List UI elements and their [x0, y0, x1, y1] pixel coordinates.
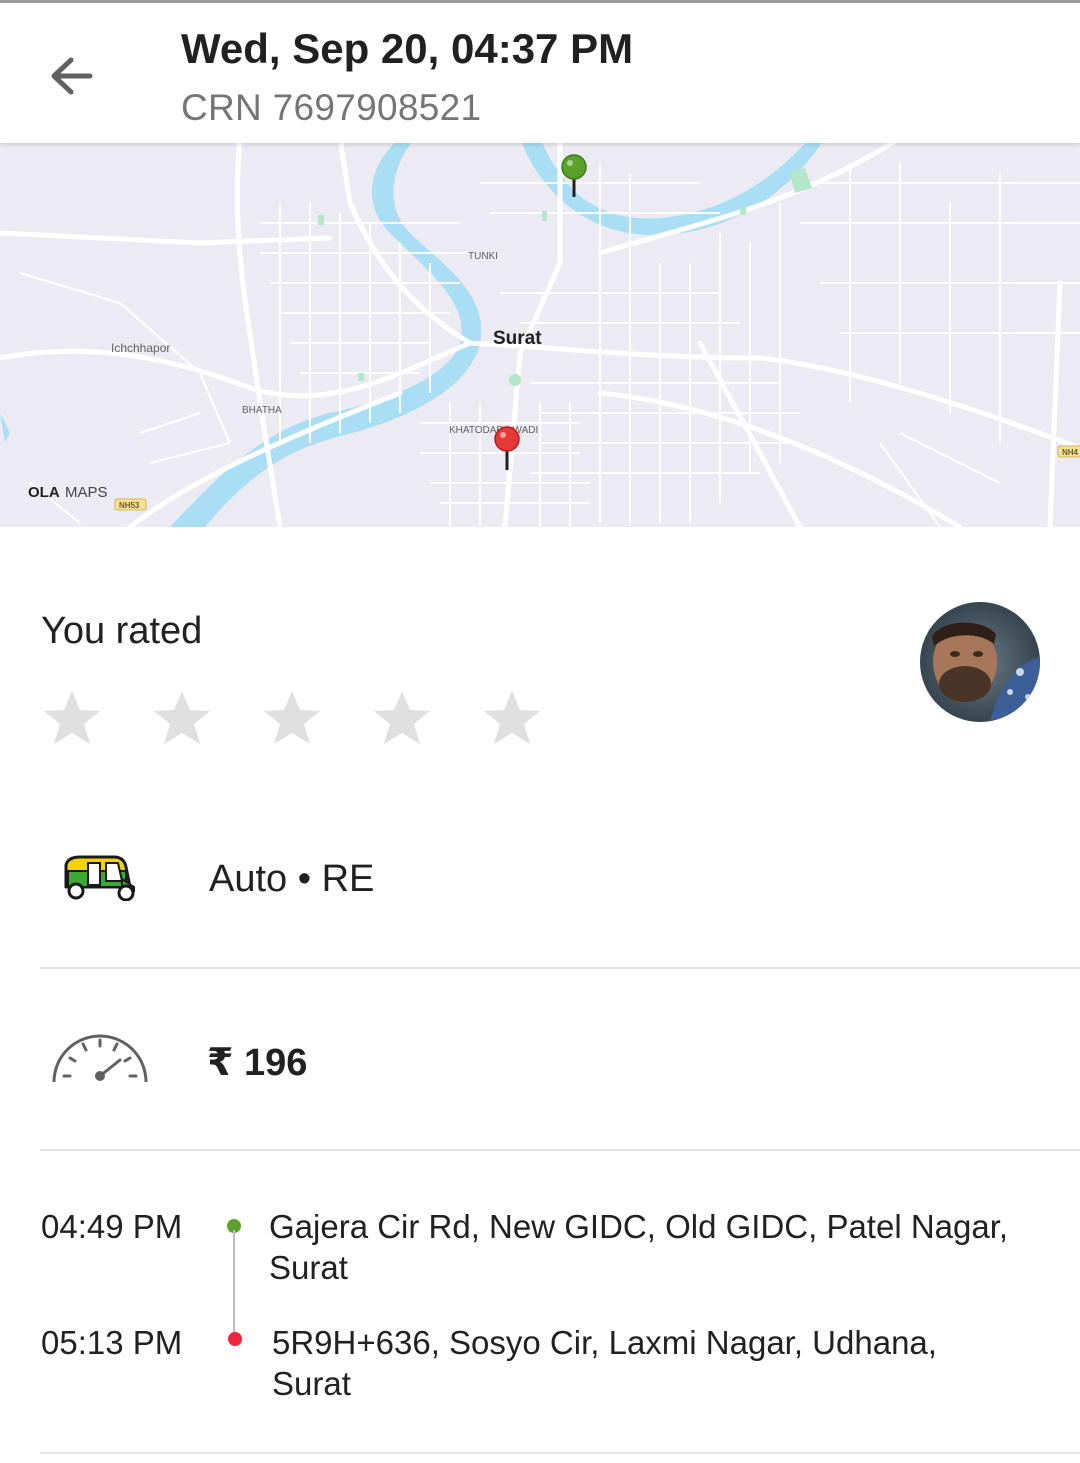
ride-datetime-title: Wed, Sep 20, 04:37 PM [181, 25, 634, 72]
map-city-label: Surat [493, 328, 542, 349]
divider [40, 967, 1080, 969]
back-arrow-icon [51, 57, 93, 95]
svg-text:MAPS: MAPS [65, 484, 108, 501]
app-header: Wed, Sep 20, 04:37 PM CRN 7697908521 [0, 3, 1080, 143]
highway-shield-nh53: NH53 [114, 498, 147, 511]
speedometer-icon [52, 1034, 148, 1083]
star-icon[interactable] [480, 686, 544, 750]
pickup-address: Gajera Cir Rd, New GIDC, Old GIDC, Patel… [269, 1208, 1009, 1286]
driver-avatar[interactable] [920, 602, 1040, 722]
vehicle-type-label: Auto • RE [209, 858, 375, 900]
ola-maps-logo: OLA MAPS [28, 484, 108, 501]
svg-text:OLA: OLA [28, 484, 60, 501]
divider [40, 1149, 1080, 1151]
star-icon[interactable] [40, 686, 104, 750]
back-button[interactable] [40, 45, 104, 109]
svg-text:NH4: NH4 [1062, 448, 1079, 457]
drop-time: 05:13 PM [41, 1324, 183, 1361]
star-icon[interactable] [150, 686, 214, 750]
pickup-time: 04:49 PM [41, 1208, 183, 1245]
map-area-label-ichchhapor: Ichchhapor [111, 341, 170, 355]
drop-dot-icon [228, 1332, 242, 1346]
drop-address: 5R9H+636, Sosyo Cir, Laxmi Nagar, Udhana… [272, 1324, 937, 1402]
svg-text:NH53: NH53 [119, 501, 140, 510]
route-connector-line [233, 1230, 235, 1338]
divider [40, 1452, 1080, 1454]
map-area-label-khatodara: KHATODARA WADI [449, 425, 538, 436]
map-area-label-bhatha: BHATHA [242, 405, 282, 416]
map-area-label-tunki: TUNKI [468, 251, 498, 262]
auto-rickshaw-icon [64, 855, 135, 901]
star-icon[interactable] [260, 686, 324, 750]
rating-label: You rated [41, 610, 203, 652]
fare-amount: ₹ 196 [207, 1042, 308, 1084]
route-map[interactable]: TUNKI Surat Ichchhapor BHATHA KHATODARA … [0, 143, 1080, 527]
highway-shield-nh4: NH4 [1057, 445, 1080, 458]
crn-number: CRN 7697908521 [181, 87, 482, 128]
star-icon[interactable] [370, 686, 434, 750]
